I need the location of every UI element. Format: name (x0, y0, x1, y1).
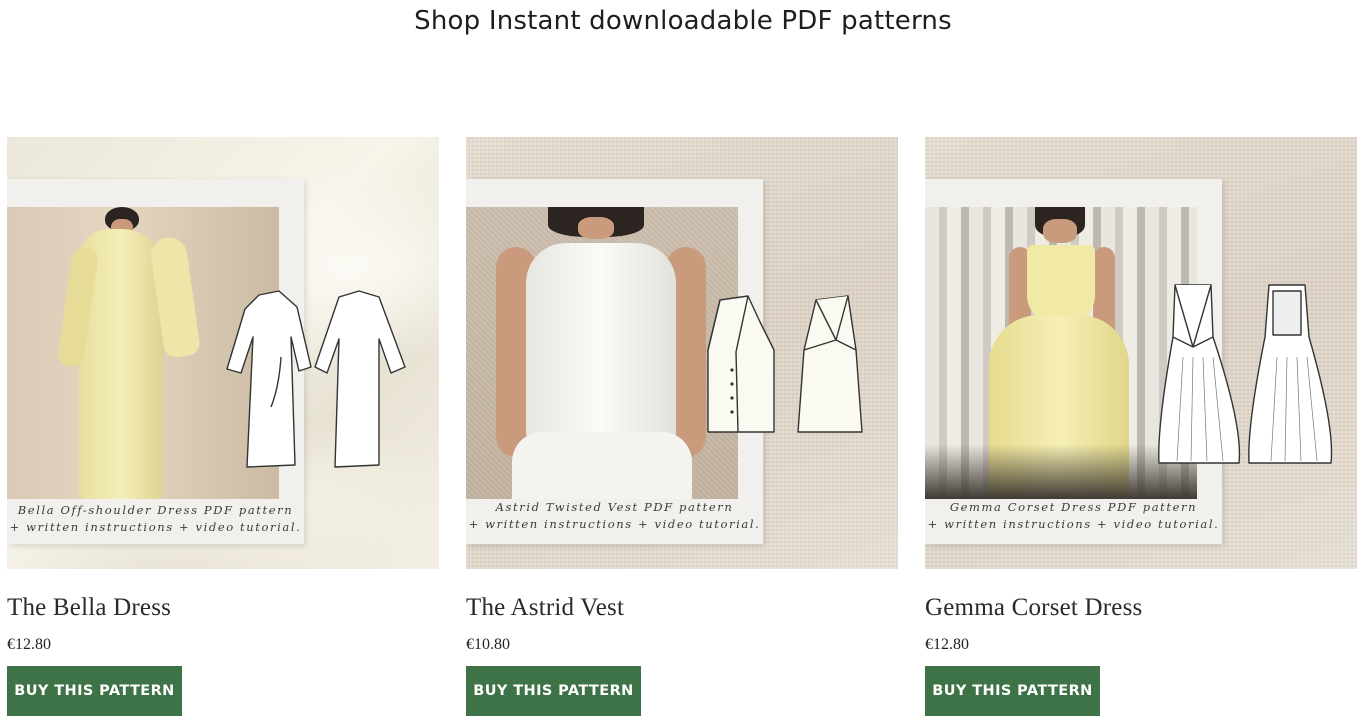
corset-dress-sketch (1158, 284, 1333, 464)
dress-sketch (226, 290, 406, 468)
buy-pattern-button[interactable]: BUY THIS PATTERN (7, 666, 182, 716)
product-title[interactable]: Gemma Corset Dress (925, 594, 1357, 622)
product-image[interactable]: Bella Off-shoulder Dress PDF pattern + w… (7, 137, 439, 569)
buy-pattern-button[interactable]: BUY THIS PATTERN (466, 666, 641, 716)
product-title[interactable]: The Astrid Vest (466, 594, 898, 622)
image-caption: Bella Off-shoulder Dress PDF pattern + w… (9, 503, 302, 534)
product-price: €10.80 (466, 636, 510, 653)
model-photo (466, 207, 738, 499)
page-title: Shop Instant downloadable PDF patterns (414, 6, 952, 36)
product-price: €12.80 (925, 636, 969, 653)
product-image[interactable]: Astrid Twisted Vest PDF pattern + writte… (466, 137, 898, 569)
product-card-bella: Bella Off-shoulder Dress PDF pattern + w… (7, 137, 439, 716)
image-caption: Gemma Corset Dress PDF pattern + written… (927, 500, 1220, 531)
image-caption: Astrid Twisted Vest PDF pattern + writte… (468, 500, 761, 531)
product-card-gemma: Gemma Corset Dress PDF pattern + written… (925, 137, 1357, 716)
buy-pattern-button[interactable]: BUY THIS PATTERN (925, 666, 1100, 716)
vest-sketch (707, 295, 863, 433)
product-card-astrid: Astrid Twisted Vest PDF pattern + writte… (466, 137, 898, 716)
product-price: €12.80 (7, 636, 51, 653)
product-title[interactable]: The Bella Dress (7, 594, 439, 622)
product-image[interactable]: Gemma Corset Dress PDF pattern + written… (925, 137, 1357, 569)
